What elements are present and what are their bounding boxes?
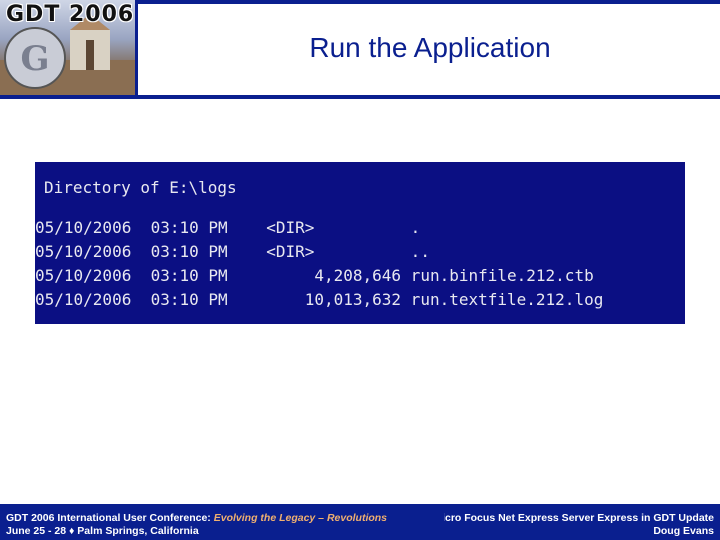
console-spacer [44,200,685,216]
console-heading: Directory of E:\logs [44,178,237,197]
header-divider [0,95,720,99]
console-row: 05/10/2006 03:10 PM <DIR> . [35,218,421,237]
console-row: 05/10/2006 03:10 PM 4,208,646 run.binfil… [35,266,594,285]
footer-dates: June 25 - 28 ♦ Palm Springs, California [6,525,199,537]
footer-theme: Evolving the Legacy – Revolutions [213,512,388,524]
logo-text: GDT 2006 [6,2,135,27]
footer-presenter: Doug Evans [653,525,714,537]
conference-logo: G GDT 2006 [0,0,138,97]
console-window: Directory of E:\logs 05/10/2006 03:10 PM… [35,162,685,324]
footer-conference: GDT 2006 International User Conference: [6,512,214,524]
footer-session-clip: Micro Focus Net Express Server Express i… [444,512,714,524]
svg-text:G: G [20,39,49,79]
footer: GDT 2006 International User Conference: … [0,507,720,540]
page-title: Run the Application [309,32,551,63]
console-row: 05/10/2006 03:10 PM 10,013,632 run.textf… [35,290,604,309]
console-row: 05/10/2006 03:10 PM <DIR> .. [35,242,430,261]
footer-conference-line: GDT 2006 International User Conference: … [6,512,387,524]
footer-session: Micro Focus Net Express Server Express i… [444,512,714,524]
